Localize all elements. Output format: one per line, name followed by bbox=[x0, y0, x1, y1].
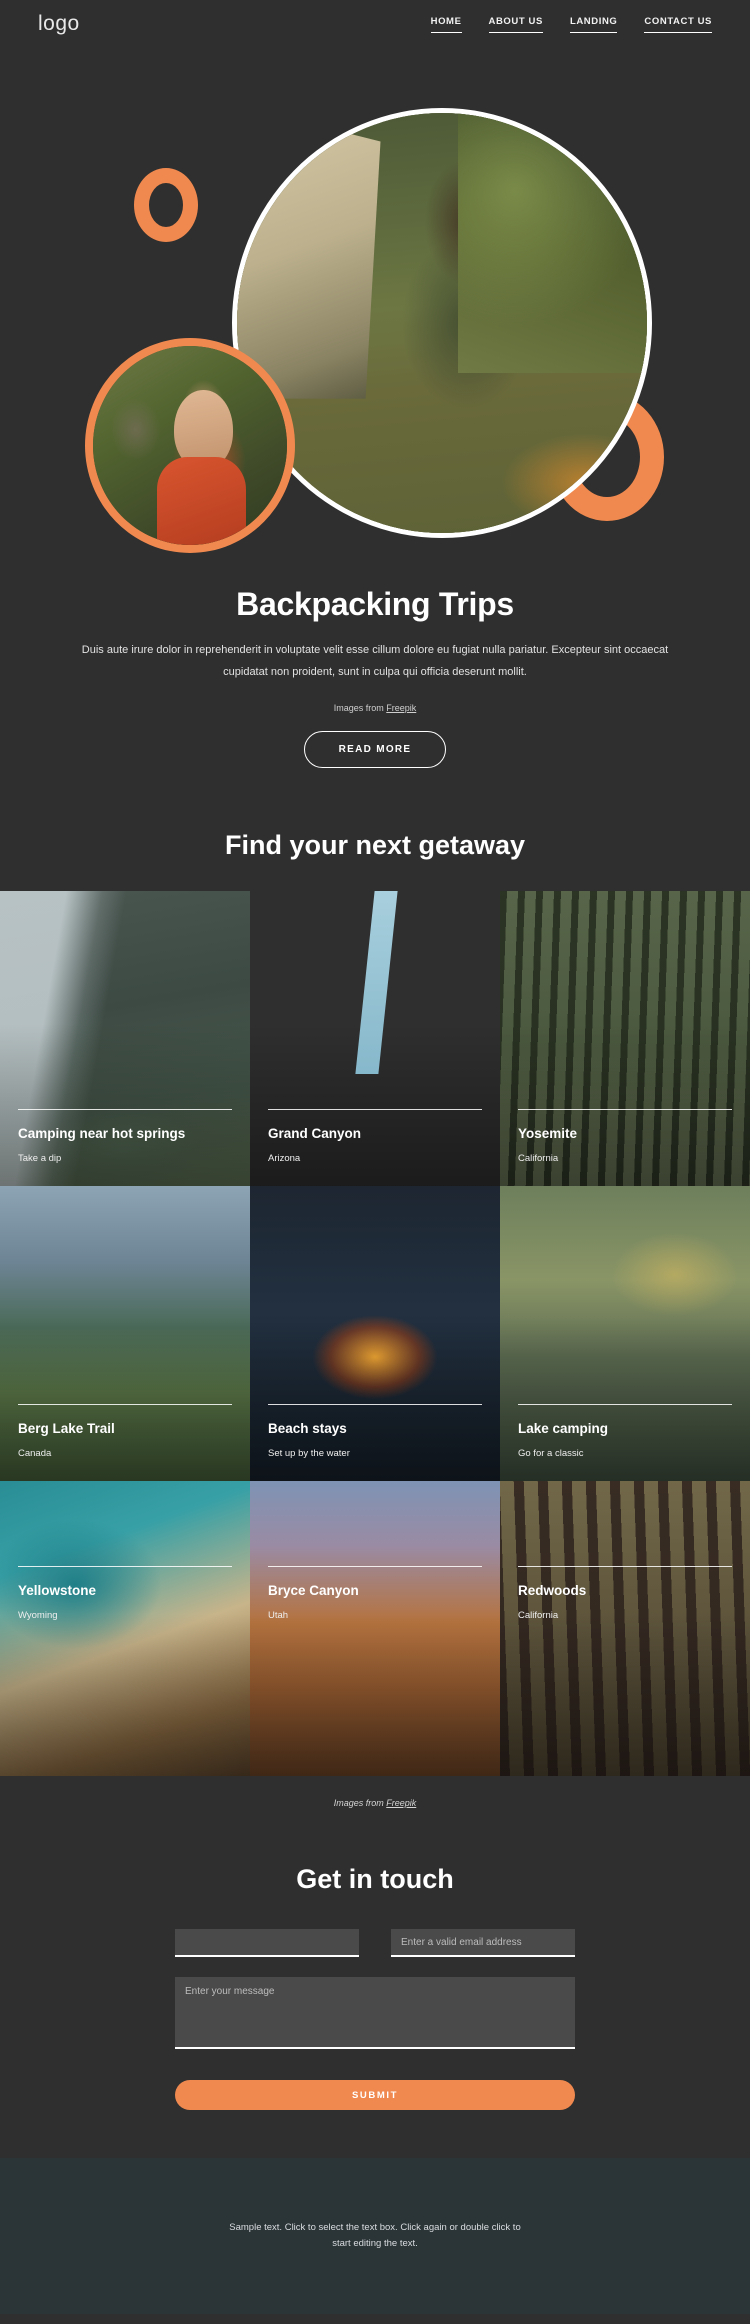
nav-link-home[interactable]: HOME bbox=[430, 16, 462, 33]
destination-grid: Camping near hot springs Take a dip Gran… bbox=[0, 891, 750, 1776]
card-caption: Berg Lake Trail Canada bbox=[18, 1403, 232, 1459]
contact-heading: Get in touch bbox=[296, 1864, 454, 1894]
card-caption: Redwoods California bbox=[518, 1565, 732, 1621]
primary-navigation: HOME ABOUT US LANDING CONTACT US bbox=[430, 16, 712, 33]
destination-card-grand-canyon[interactable]: Grand Canyon Arizona bbox=[250, 891, 500, 1186]
contact-form-row bbox=[175, 1929, 575, 1957]
card-title: Redwoods bbox=[518, 1583, 587, 1598]
destination-card-redwoods[interactable]: Redwoods California bbox=[500, 1481, 750, 1776]
destination-card-yellowstone[interactable]: Yellowstone Wyoming bbox=[0, 1481, 250, 1776]
card-subtitle: Utah bbox=[268, 1610, 289, 1621]
card-caption: Lake camping Go for a classic bbox=[518, 1403, 732, 1459]
hero-photo-primary-image bbox=[237, 113, 647, 533]
card-subtitle: Go for a classic bbox=[518, 1448, 584, 1459]
contact-form: SUBMIT bbox=[175, 1929, 575, 2110]
email-field[interactable] bbox=[391, 1929, 575, 1957]
gallery-credit-link[interactable]: Freepik bbox=[386, 1798, 416, 1808]
card-subtitle: California bbox=[518, 1610, 559, 1621]
card-title: Berg Lake Trail bbox=[18, 1421, 115, 1436]
caption-rule bbox=[268, 1403, 482, 1405]
hero-credit-text: Images from bbox=[333, 703, 387, 713]
card-title: Lake camping bbox=[518, 1421, 609, 1436]
card-caption: Grand Canyon Arizona bbox=[268, 1108, 482, 1164]
message-field[interactable] bbox=[175, 1977, 575, 2049]
hero-image-credit: Images from Freepik bbox=[50, 703, 700, 713]
caption-rule bbox=[18, 1108, 232, 1110]
card-subtitle: Canada bbox=[18, 1448, 52, 1459]
caption-rule bbox=[18, 1565, 232, 1567]
card-subtitle: Take a dip bbox=[18, 1153, 62, 1164]
hero-credit-link[interactable]: Freepik bbox=[386, 703, 416, 713]
site-header: logo HOME ABOUT US LANDING CONTACT US bbox=[0, 0, 750, 48]
site-footer: Sample text. Click to select the text bo… bbox=[0, 2158, 750, 2314]
destination-card-yosemite[interactable]: Yosemite California bbox=[500, 891, 750, 1186]
card-caption: Bryce Canyon Utah bbox=[268, 1565, 482, 1621]
card-subtitle: California bbox=[518, 1153, 559, 1164]
card-title: Grand Canyon bbox=[268, 1126, 362, 1141]
caption-rule bbox=[268, 1565, 482, 1567]
hero-description: Duis aute irure dolor in reprehenderit i… bbox=[81, 644, 669, 678]
read-more-button[interactable]: READ MORE bbox=[303, 731, 447, 768]
destination-card-bryce-canyon[interactable]: Bryce Canyon Utah bbox=[250, 1481, 500, 1776]
card-title: Beach stays bbox=[268, 1421, 347, 1436]
caption-rule bbox=[18, 1403, 232, 1405]
hero-photo-camper-at-tent bbox=[232, 108, 652, 538]
card-title: Yosemite bbox=[518, 1126, 578, 1141]
card-overlay bbox=[500, 1481, 750, 1776]
card-caption: Yellowstone Wyoming bbox=[18, 1565, 232, 1621]
nav-link-contact-us[interactable]: CONTACT US bbox=[644, 16, 712, 33]
destination-card-beach-stays[interactable]: Beach stays Set up by the water bbox=[250, 1186, 500, 1481]
gallery-heading: Find your next getaway bbox=[0, 768, 750, 891]
logo[interactable]: logo bbox=[38, 12, 80, 36]
caption-rule bbox=[518, 1108, 732, 1110]
name-field[interactable] bbox=[175, 1929, 359, 1957]
destination-card-camping-near-hot-springs[interactable]: Camping near hot springs Take a dip bbox=[0, 891, 250, 1186]
gallery-image-credit: Images from Freepik bbox=[0, 1776, 750, 1808]
card-caption: Camping near hot springs Take a dip bbox=[18, 1108, 232, 1164]
card-overlay bbox=[0, 1481, 250, 1776]
caption-rule bbox=[268, 1108, 482, 1110]
card-subtitle: Wyoming bbox=[18, 1610, 58, 1621]
destination-card-berg-lake-trail[interactable]: Berg Lake Trail Canada bbox=[0, 1186, 250, 1481]
hero-copy: Backpacking Trips Duis aute irure dolor … bbox=[0, 586, 750, 768]
card-subtitle: Arizona bbox=[268, 1153, 301, 1164]
contact-section: Get in touch SUBMIT bbox=[0, 1808, 750, 2110]
card-caption: Beach stays Set up by the water bbox=[268, 1403, 482, 1459]
footer-sample-text: Sample text. Click to select the text bo… bbox=[229, 2221, 521, 2249]
card-overlay bbox=[250, 1481, 500, 1776]
destination-card-lake-camping[interactable]: Lake camping Go for a classic bbox=[500, 1186, 750, 1481]
hero-photo-secondary-image bbox=[93, 346, 287, 545]
card-title: Bryce Canyon bbox=[268, 1583, 359, 1598]
caption-rule bbox=[518, 1565, 732, 1567]
submit-button[interactable]: SUBMIT bbox=[175, 2080, 575, 2110]
hero-collage bbox=[0, 48, 750, 568]
nav-link-landing[interactable]: LANDING bbox=[569, 16, 618, 33]
caption-rule bbox=[518, 1403, 732, 1405]
hero-photo-couple-selfie bbox=[85, 338, 295, 553]
card-subtitle: Set up by the water bbox=[268, 1448, 350, 1459]
card-title: Camping near hot springs bbox=[18, 1126, 186, 1141]
decorative-ring-top bbox=[134, 168, 198, 242]
card-title: Yellowstone bbox=[18, 1583, 97, 1598]
page-title: Backpacking Trips bbox=[236, 586, 514, 622]
card-caption: Yosemite California bbox=[518, 1108, 732, 1164]
nav-link-about-us[interactable]: ABOUT US bbox=[488, 16, 543, 33]
gallery-credit-text: Images from bbox=[333, 1798, 387, 1808]
